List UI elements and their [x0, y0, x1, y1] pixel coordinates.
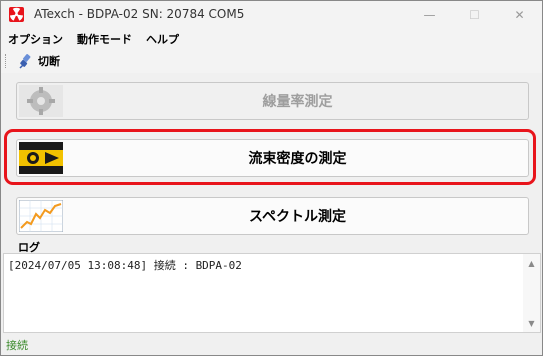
menu-bar: オプション 動作モード ヘルプ	[1, 29, 542, 49]
connection-status: 接続	[6, 339, 28, 352]
minimize-button[interactable]: —	[407, 1, 452, 29]
disconnect-button[interactable]: 切断	[18, 53, 60, 69]
close-icon: ✕	[514, 8, 525, 22]
window-title: ATexch - BDPA-02 SN: 20784 COM5	[34, 7, 245, 21]
log-line: [2024/07/05 13:08:48] 接続 : BDPA-02	[8, 259, 242, 272]
toolbar: 切断	[1, 49, 542, 73]
maximize-icon: ☐	[469, 8, 480, 22]
status-bar: 接続	[1, 335, 542, 355]
scroll-down-icon[interactable]: ▼	[523, 316, 540, 330]
log-textarea[interactable]: [2024/07/05 13:08:48] 接続 : BDPA-02 ▲ ▼	[3, 253, 541, 333]
dose-rate-label: 線量率測定	[262, 94, 333, 110]
toolbar-grip[interactable]	[5, 54, 8, 68]
dose-rate-button[interactable]: 線量率測定	[16, 82, 529, 120]
log-scrollbar[interactable]: ▲ ▼	[523, 254, 540, 332]
radiation-app-icon	[9, 7, 24, 22]
scroll-up-icon[interactable]: ▲	[523, 256, 540, 270]
minimize-icon: —	[423, 8, 436, 22]
close-button[interactable]: ✕	[497, 1, 542, 29]
menu-help[interactable]: ヘルプ	[139, 31, 186, 47]
menu-operation-mode[interactable]: 動作モード	[70, 31, 139, 47]
disconnect-label: 切断	[38, 55, 60, 68]
plug-icon	[19, 54, 31, 69]
title-bar: ATexch - BDPA-02 SN: 20784 COM5 — ☐ ✕	[1, 1, 542, 29]
menu-options[interactable]: オプション	[1, 31, 70, 47]
gear-icon	[19, 85, 63, 117]
maximize-button[interactable]: ☐	[452, 1, 497, 29]
spectrum-label: スペクトル測定	[248, 209, 347, 225]
spectrum-button[interactable]: スペクトル測定	[16, 197, 529, 235]
highlight-frame	[4, 129, 536, 185]
chart-icon	[19, 200, 63, 232]
